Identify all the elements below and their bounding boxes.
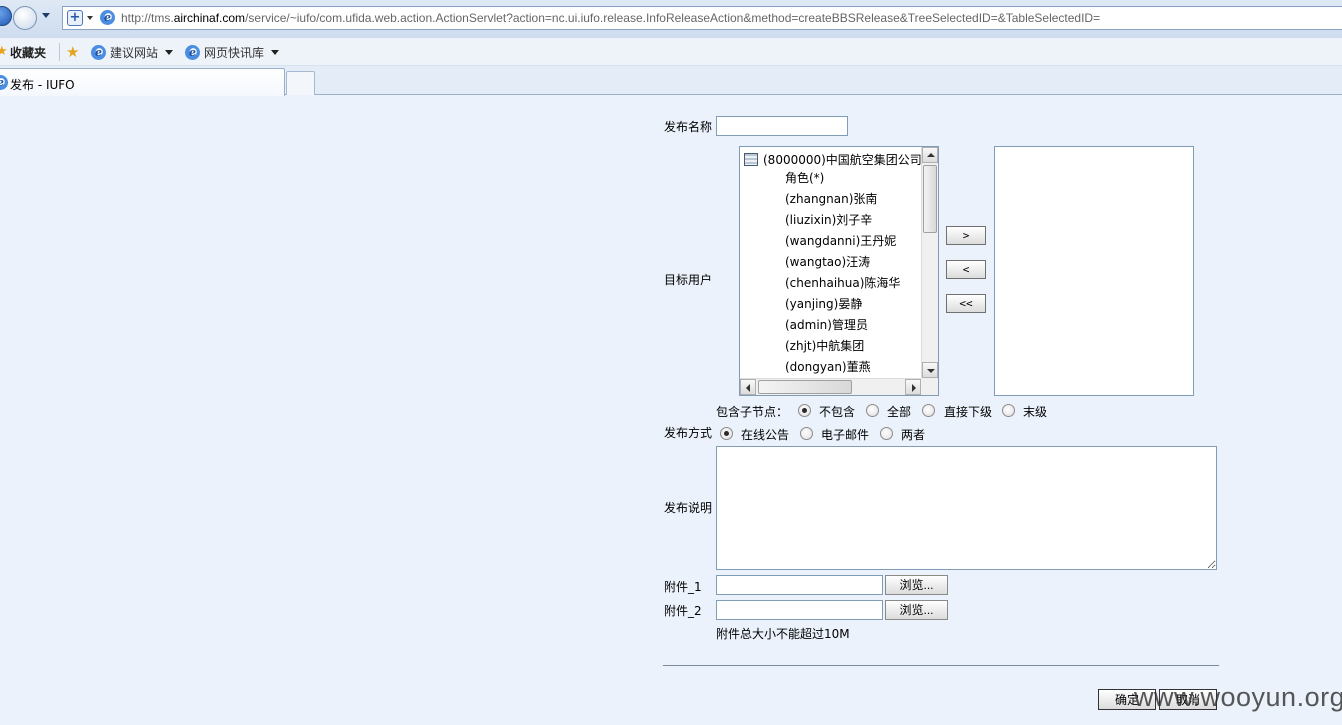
radio-subnode-direct[interactable] [922,404,935,417]
tree-node[interactable]: (admin)管理员 [785,316,900,337]
tree-node[interactable]: (wangtao)汪涛 [785,253,900,274]
compatibility-view-icon[interactable]: + [67,10,83,26]
arrow-left-icon [746,384,750,392]
subnode-leaf-label: 末级 [1023,405,1048,419]
scroll-down-button[interactable] [922,362,938,378]
user-tree[interactable]: (8000000)中国航空集团公司 角色(*) (zhangnan)张南 (li… [739,146,939,396]
browse-2-button[interactable]: 浏览... [885,600,948,620]
web-slice-gallery-item[interactable]: e 网页快讯库 [185,43,280,61]
tree-root-label: (8000000)中国航空集团公司 [763,153,921,167]
include-subnodes-label: 包含子节点： [716,405,789,419]
subnode-none-label: 不包含 [819,405,856,419]
tree-node[interactable]: (chenhaihua)陈海华 [785,274,900,295]
tree-node[interactable]: (liuzixin)刘子辛 [785,211,900,232]
url-prefix: http://tms. [121,11,174,25]
user-tree-viewport: (8000000)中国航空集团公司 角色(*) (zhangnan)张南 (li… [740,147,921,378]
vertical-scrollbar[interactable] [921,147,938,378]
add-favorite-icon[interactable]: ★ [66,43,79,61]
tab-title: 发布 - IUFO [10,78,75,92]
scroll-up-button[interactable] [922,147,938,163]
favorites-star-icon: ★ [0,44,8,59]
tree-node[interactable]: (wangdanni)王丹妮 [785,232,900,253]
radio-method-both[interactable] [880,427,893,440]
attachment-2-input[interactable] [716,600,883,620]
tree-node[interactable]: (zhjt)中航集团 [785,337,900,358]
method-online-label: 在线公告 [741,428,790,442]
server-icon [744,153,758,166]
description-textarea[interactable] [716,446,1217,570]
target-users-label: 目标用户 [664,273,713,287]
tree-node[interactable]: (zhangnan)张南 [785,190,900,211]
url-domain: airchinaf.com [173,11,246,25]
attachment-size-note: 附件总大小不能超过10M [716,627,850,641]
radio-method-online[interactable] [720,427,733,440]
subnode-all-label: 全部 [887,405,912,419]
chevron-down-icon[interactable] [87,16,93,20]
horizontal-scrollbar[interactable] [740,378,921,395]
radio-subnode-leaf[interactable] [1002,404,1015,417]
remove-user-button[interactable]: < [946,260,986,279]
back-button[interactable] [0,6,12,26]
ie-page-icon: e [91,44,106,60]
attachment-1-input[interactable] [716,575,883,595]
arrow-down-icon [927,369,935,373]
ie-page-icon: e [185,44,200,60]
vertical-scroll-thumb[interactable] [923,165,937,233]
release-name-input[interactable] [716,116,848,136]
scroll-left-button[interactable] [740,379,756,395]
new-tab-button[interactable] [286,71,315,95]
arrow-right-icon [912,384,916,392]
radio-subnode-none[interactable] [798,404,811,417]
selected-users-list[interactable] [994,146,1194,396]
tree-node[interactable]: (yanjing)晏静 [785,295,900,316]
toolbar-divider [59,43,60,61]
chevron-down-icon [165,49,174,55]
arrow-up-icon [927,153,935,157]
address-bar-area: + e http://tms.airchinaf.com/service/~iu… [0,0,1342,38]
suggested-sites-label: 建议网站 [110,45,159,60]
suggested-sites-item[interactable]: e 建议网站 [91,43,174,61]
forward-button[interactable] [13,6,37,30]
browse-1-button[interactable]: 浏览... [885,575,948,595]
history-dropdown-icon[interactable] [42,13,50,18]
method-both-label: 两者 [901,428,926,442]
horizontal-scroll-thumb[interactable] [758,380,852,394]
subnode-direct-label: 直接下级 [944,405,993,419]
tree-node[interactable]: 角色(*) [785,169,900,190]
url-path: /service/~iufo/com.ufida.web.action.Acti… [245,11,1101,25]
url-field[interactable]: + e http://tms.airchinaf.com/service/~iu… [62,6,1342,30]
tree-node[interactable]: (dongyan)董燕 [785,358,900,378]
radio-subnode-all[interactable] [866,404,879,417]
scrollbar-corner [921,378,938,395]
radio-method-email[interactable] [800,427,813,440]
scroll-right-button[interactable] [905,379,921,395]
attachment-2-label: 附件_2 [664,604,702,618]
tab-bar: e 发布 - IUFO [0,66,1342,96]
release-method-label: 发布方式 [664,426,713,440]
description-label: 发布说明 [664,501,713,515]
tree-root-node[interactable]: (8000000)中国航空集团公司 [744,151,921,168]
ie-page-icon: e [0,75,8,90]
release-name-label: 发布名称 [664,120,713,134]
remove-all-users-button[interactable]: << [946,294,986,313]
favorites-bar: ★ 收藏夹 ★ e 建议网站 e 网页快讯库 [0,38,1342,66]
web-slice-gallery-label: 网页快讯库 [204,45,265,60]
url-text[interactable]: http://tms.airchinaf.com/service/~iufo/c… [121,11,1100,25]
form-divider [663,665,1219,666]
method-email-label: 电子邮件 [821,428,870,442]
chevron-down-icon [271,49,280,55]
favorites-button[interactable]: 收藏夹 [10,44,46,61]
tree-node-list: 角色(*) (zhangnan)张南 (liuzixin)刘子辛 (wangda… [785,169,900,378]
tab-release-iufo[interactable]: e 发布 - IUFO [0,68,285,96]
add-user-button[interactable]: > [946,226,986,245]
ie-page-icon: e [100,10,115,25]
attachment-1-label: 附件_1 [664,580,702,594]
watermark-text: www.wooyun.org [1134,682,1342,712]
